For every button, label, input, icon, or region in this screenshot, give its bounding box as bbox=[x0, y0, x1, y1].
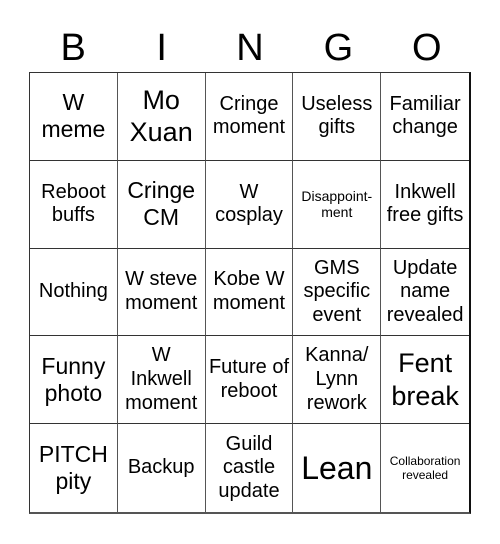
bingo-cell[interactable]: Backup bbox=[118, 424, 206, 512]
header-letter-i: I bbox=[156, 27, 167, 69]
header-letter-o: O bbox=[412, 27, 442, 69]
bingo-cell[interactable]: Fent break bbox=[381, 336, 469, 425]
cell-text: Cringe CM bbox=[127, 177, 196, 231]
bingo-cell[interactable]: Cringe moment bbox=[205, 73, 294, 161]
cell-text: Lean bbox=[301, 449, 373, 486]
bingo-grid: W meme Mo Xuan Cringe moment Useless gif… bbox=[29, 72, 471, 514]
bingo-cell[interactable]: Lean bbox=[293, 424, 382, 512]
bingo-cell[interactable]: Kobe W moment bbox=[205, 248, 294, 337]
bingo-cell[interactable]: W Inkwell moment bbox=[117, 336, 206, 425]
cell-text: Guild castle update bbox=[218, 432, 280, 502]
bingo-cell[interactable]: W steve moment bbox=[117, 248, 206, 337]
bingo-cell[interactable]: Update name revealed bbox=[381, 249, 469, 337]
bingo-cell[interactable]: Future of reboot bbox=[205, 336, 294, 425]
cell-text: PITCH pity bbox=[38, 440, 108, 495]
cell-text: Useless gifts bbox=[301, 92, 373, 139]
cell-text: Collaboration revealed bbox=[389, 453, 461, 483]
cell-text: W meme bbox=[41, 89, 106, 143]
cell-text: Reboot buffs bbox=[41, 180, 106, 227]
cell-text: W cosplay bbox=[215, 180, 283, 227]
cell-text: Update name revealed bbox=[386, 256, 464, 326]
bingo-cell[interactable]: GMS specific event bbox=[293, 248, 382, 337]
cell-text: W Inkwell moment bbox=[125, 344, 198, 414]
bingo-cell[interactable]: Familiar change bbox=[381, 73, 469, 161]
cell-text: Familiar change bbox=[389, 92, 461, 139]
bingo-cell[interactable]: Collaboration revealed bbox=[381, 424, 469, 512]
bingo-cell[interactable]: Kanna/ Lynn rework bbox=[293, 336, 382, 425]
cell-text: Inkwell free gifts bbox=[386, 180, 464, 227]
cell-text: Fent break bbox=[391, 348, 459, 411]
bingo-cell[interactable]: Inkwell free gifts bbox=[381, 161, 469, 249]
header-letter-g: G bbox=[323, 27, 354, 69]
bingo-cell[interactable]: Useless gifts bbox=[293, 73, 382, 161]
cell-text: Cringe moment bbox=[212, 92, 286, 139]
bingo-header: B I N G O bbox=[29, 24, 471, 72]
bingo-cell[interactable]: Nothing bbox=[30, 248, 118, 337]
cell-text: Disappoint-ment bbox=[301, 187, 373, 221]
cell-text: W steve moment bbox=[125, 268, 198, 314]
bingo-cell[interactable]: Cringe CM bbox=[117, 160, 206, 249]
cell-text: Funny photo bbox=[41, 352, 106, 406]
cell-text: Kobe W moment bbox=[212, 268, 286, 314]
cell-text: Backup bbox=[127, 456, 195, 479]
bingo-cell[interactable]: Funny photo bbox=[30, 336, 118, 425]
cell-text: Kanna/ Lynn rework bbox=[305, 344, 369, 414]
bingo-cell[interactable]: Guild castle update bbox=[206, 424, 294, 512]
cell-text: Future of reboot bbox=[208, 356, 290, 402]
bingo-cell[interactable]: Mo Xuan bbox=[117, 73, 206, 161]
bingo-cell[interactable]: W meme bbox=[30, 73, 118, 161]
bingo-cell[interactable]: Reboot buffs bbox=[30, 160, 118, 249]
cell-text: Mo Xuan bbox=[129, 85, 193, 148]
cell-text: GMS specific event bbox=[303, 256, 371, 326]
bingo-cell[interactable]: Disappoint-ment bbox=[293, 160, 382, 249]
header-letter-n: N bbox=[236, 27, 264, 69]
header-letter-b: B bbox=[60, 27, 86, 69]
cell-text: Nothing bbox=[38, 280, 108, 303]
bingo-cell[interactable]: W cosplay bbox=[205, 160, 294, 249]
bingo-cell[interactable]: PITCH pity bbox=[30, 424, 118, 512]
